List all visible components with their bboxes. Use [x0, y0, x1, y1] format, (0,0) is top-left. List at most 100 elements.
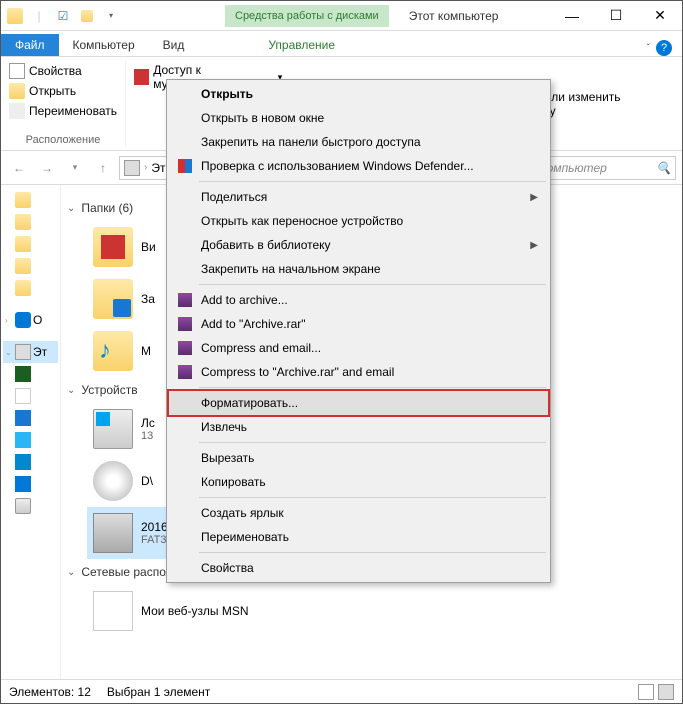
nav-sub-pictures[interactable]	[3, 429, 58, 451]
window-title: Этот компьютер	[409, 9, 499, 23]
close-button[interactable]: ✕	[638, 2, 682, 30]
rar-icon	[178, 365, 192, 379]
cm-share[interactable]: Поделиться▶	[169, 185, 548, 209]
nav-folder-3[interactable]	[3, 233, 58, 255]
context-tab-drive-tools: Средства работы с дисками	[225, 5, 389, 27]
ribbon-properties[interactable]: Свойства	[9, 61, 117, 81]
context-menu: Открыть Открыть в новом окне Закрепить н…	[166, 79, 551, 583]
qat-new-folder-icon[interactable]	[77, 6, 97, 26]
tab-view[interactable]: Вид	[149, 34, 199, 56]
maximize-button[interactable]: ☐	[594, 2, 638, 30]
tile-local-sub: 13	[141, 430, 155, 442]
tile-music-label: М	[141, 344, 151, 358]
cm-add-library[interactable]: Добавить в библиотеку▶	[169, 233, 548, 257]
search-icon[interactable]: 🔍	[656, 161, 671, 175]
tile-dvd-label: D\	[141, 474, 153, 488]
rar-icon	[178, 293, 192, 307]
nav-sub-localdisk[interactable]	[3, 495, 58, 517]
nav-onedrive[interactable]: ›O	[3, 309, 58, 331]
help-icon[interactable]: ?	[656, 40, 672, 56]
status-bar: Элементов: 12 Выбран 1 элемент	[1, 679, 682, 703]
tab-file[interactable]: Файл	[1, 34, 59, 56]
tile-msn-label: Мои веб-узлы MSN	[141, 604, 248, 618]
cm-copy[interactable]: Копировать	[169, 470, 548, 494]
status-item-count: Элементов: 12	[9, 685, 91, 699]
tile-videos-label: Ви	[141, 240, 156, 254]
tab-manage[interactable]: Управление	[254, 34, 349, 56]
tile-local-label: Лс	[141, 416, 155, 430]
ribbon-rename-label: Переименовать	[29, 104, 117, 118]
title-bar: | ☑ ▾ Средства работы с дисками Этот ком…	[1, 1, 682, 31]
shield-icon	[178, 159, 192, 173]
cm-format[interactable]: Форматировать...	[169, 391, 548, 415]
app-icon[interactable]	[5, 6, 25, 26]
nav-sub-videos[interactable]	[3, 363, 58, 385]
address-pc-icon	[124, 160, 140, 176]
nav-sub-desktop[interactable]	[3, 473, 58, 495]
view-tiles-icon[interactable]	[658, 684, 674, 700]
cm-add-archive[interactable]: Add to archive...	[169, 288, 548, 312]
window-controls: — ☐ ✕	[550, 2, 682, 30]
cm-separator	[199, 497, 546, 498]
nav-back-button[interactable]: ←	[7, 156, 31, 180]
cm-pin-start[interactable]: Закрепить на начальном экране	[169, 257, 548, 281]
ribbon-rename[interactable]: Переименовать	[9, 101, 117, 121]
minimize-button[interactable]: —	[550, 2, 594, 30]
cm-rename[interactable]: Переименовать	[169, 525, 548, 549]
ribbon-group-location-label: Расположение	[9, 132, 117, 146]
status-selected: Выбран 1 элемент	[107, 685, 210, 699]
group-devices-label: Устройств	[81, 383, 137, 397]
nav-sub-documents[interactable]	[3, 385, 58, 407]
cm-cut[interactable]: Вырезать	[169, 446, 548, 470]
ribbon-tabs: Файл Компьютер Вид Управление ˇ ?	[1, 31, 682, 57]
rar-icon	[178, 317, 192, 331]
nav-folder-2[interactable]	[3, 211, 58, 233]
cm-pin-quick-access[interactable]: Закрепить на панели быстрого доступа	[169, 130, 548, 154]
nav-folder-5[interactable]	[3, 277, 58, 299]
tab-computer[interactable]: Компьютер	[59, 34, 149, 56]
nav-sub-downloads[interactable]	[3, 407, 58, 429]
cm-open-portable[interactable]: Открыть как переносное устройство	[169, 209, 548, 233]
group-folders-label: Папки (6)	[81, 201, 133, 215]
ribbon-collapse-icon[interactable]: ˇ	[647, 43, 650, 54]
cm-properties[interactable]: Свойства	[169, 556, 548, 580]
cm-compress-rar-email[interactable]: Compress to "Archive.rar" and email	[169, 360, 548, 384]
tile-downloads-label: За	[141, 292, 155, 306]
nav-up-button[interactable]: ↑	[91, 156, 115, 180]
nav-thispc-label: Эт	[33, 345, 47, 359]
submenu-arrow-icon: ▶	[530, 240, 538, 251]
cm-separator	[199, 284, 546, 285]
rar-icon	[178, 341, 192, 355]
ribbon-open[interactable]: Открыть	[9, 81, 117, 101]
cm-open[interactable]: Открыть	[169, 82, 548, 106]
cm-defender-scan[interactable]: Проверка с использованием Windows Defend…	[169, 154, 548, 178]
cm-compress-email[interactable]: Compress and email...	[169, 336, 548, 360]
qat-dropdown-icon[interactable]: ▾	[101, 6, 121, 26]
breadcrumb-thispc[interactable]: Эт	[151, 161, 165, 175]
ribbon-group-location: Свойства Открыть Переименовать Расположе…	[1, 61, 126, 146]
ribbon-properties-label: Свойства	[29, 64, 82, 78]
cm-separator	[199, 552, 546, 553]
submenu-arrow-icon: ▶	[530, 192, 538, 203]
cm-add-to-rar[interactable]: Add to "Archive.rar"	[169, 312, 548, 336]
cm-create-shortcut[interactable]: Создать ярлык	[169, 501, 548, 525]
cm-separator	[199, 387, 546, 388]
cm-open-new-window[interactable]: Открыть в новом окне	[169, 106, 548, 130]
qat-separator: |	[29, 6, 49, 26]
cm-eject[interactable]: Извлечь	[169, 415, 548, 439]
cm-separator	[199, 181, 546, 182]
tile-msn[interactable]: Мои веб-узлы MSN	[87, 585, 317, 637]
ribbon-open-label: Открыть	[29, 84, 76, 98]
nav-forward-button[interactable]: →	[35, 156, 59, 180]
nav-sub-music[interactable]	[3, 451, 58, 473]
quick-access-toolbar: | ☑ ▾	[1, 6, 125, 26]
nav-thispc[interactable]: ⌄Эт	[3, 341, 58, 363]
search-input[interactable]: компьютер 🔍	[536, 156, 676, 180]
nav-folder-4[interactable]	[3, 255, 58, 277]
nav-onedrive-label: O	[33, 313, 42, 327]
qat-properties-icon[interactable]: ☑	[53, 6, 73, 26]
view-details-icon[interactable]	[638, 684, 654, 700]
navigation-pane: ›O ⌄Эт	[1, 185, 61, 683]
nav-folder-1[interactable]	[3, 189, 58, 211]
nav-recent-button[interactable]: ▾	[63, 156, 87, 180]
